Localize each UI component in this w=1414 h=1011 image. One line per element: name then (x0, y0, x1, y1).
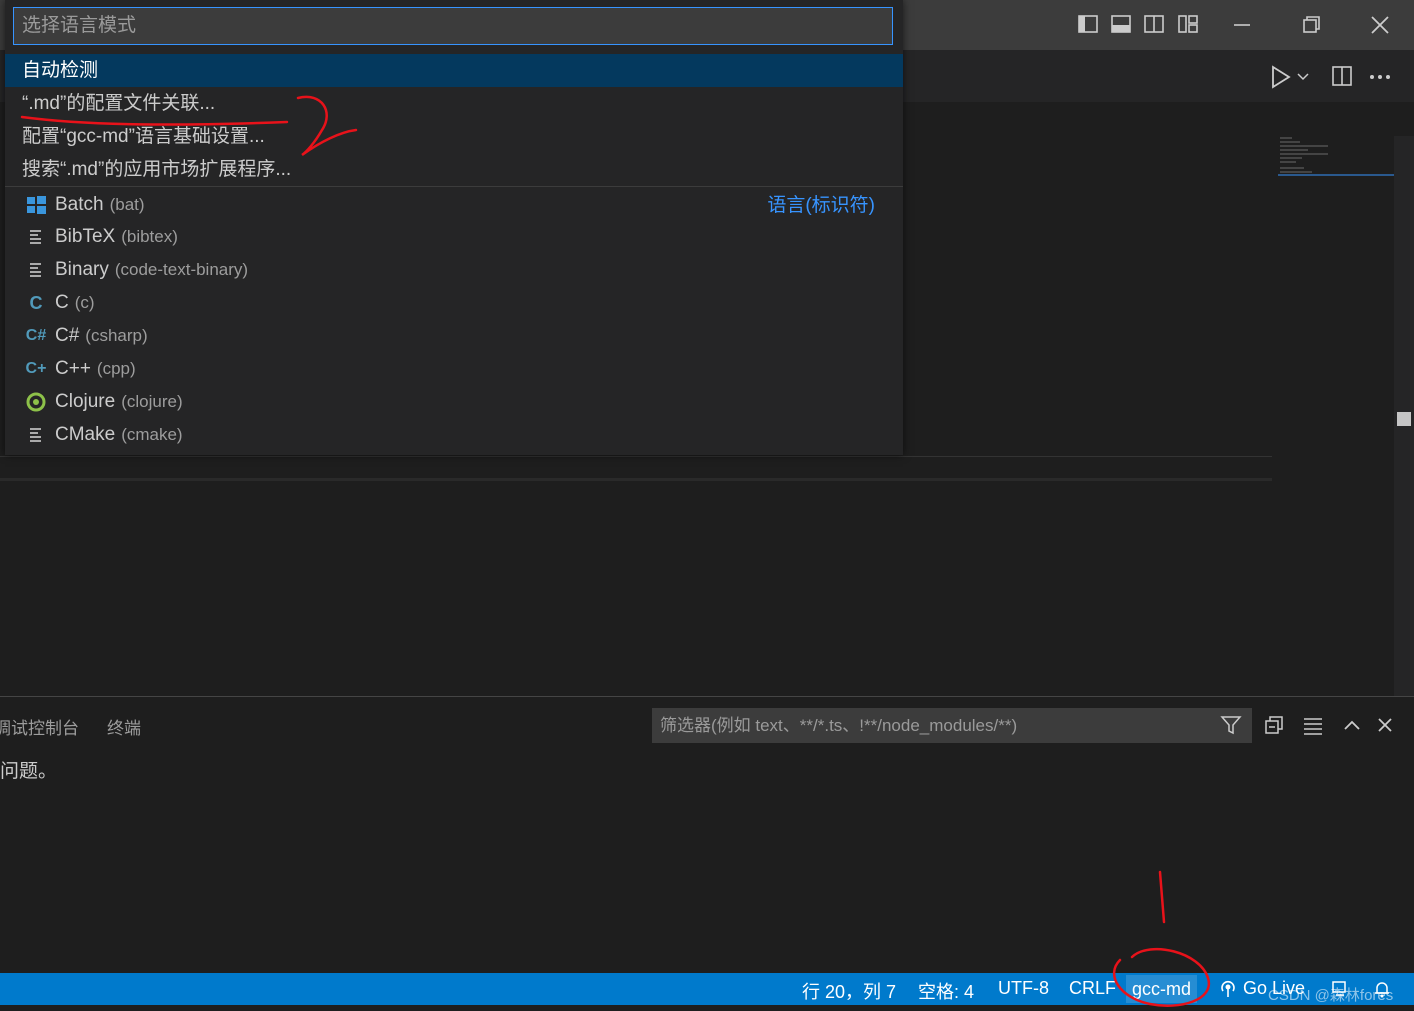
restore-icon[interactable] (1291, 10, 1331, 40)
minimap[interactable] (1278, 136, 1394, 176)
status-bar: 行 20，列 7 空格: 4 UTF-8 CRLF gcc-md Go Live (0, 973, 1414, 1005)
watermark: CSDN @森林fores (1268, 987, 1394, 1004)
language-id: (csharp) (85, 326, 148, 345)
language-name: CMake (cmake) (55, 424, 183, 445)
language-id: (clojure) (121, 392, 183, 411)
list-item[interactable]: C# C# (csharp) (5, 319, 903, 352)
broadcast-icon (1221, 980, 1235, 997)
split-editor-icon[interactable] (1330, 64, 1354, 88)
tab-debug-console[interactable]: 调试控制台 (0, 714, 79, 739)
clojure-icon (26, 392, 46, 412)
action-label: “.md”的配置文件关联... (22, 93, 216, 114)
indentation[interactable]: 空格: 4 (918, 978, 974, 1004)
divider (0, 478, 1272, 481)
lines-icon (30, 428, 41, 442)
language-id: (code-text-binary) (114, 260, 249, 279)
c-icon: C (29, 293, 43, 313)
panel-message: 问题。 (0, 761, 58, 782)
problems-filter-input[interactable]: 筛选器(例如 text、**/*.ts、!**/node_modules/**) (652, 708, 1252, 743)
action-label: 自动检测 (22, 60, 99, 81)
scrollbar-thumb[interactable] (1397, 412, 1411, 426)
filter-icon[interactable] (1220, 714, 1242, 736)
language-name: C++ (cpp) (55, 358, 136, 379)
language-mode[interactable]: gcc-md (1126, 975, 1198, 1003)
action-label: 搜索“.md”的应用市场扩展程序... (22, 159, 292, 180)
end-of-line[interactable]: CRLF (1069, 978, 1116, 999)
language-id: (bibtex) (121, 227, 178, 246)
list-item[interactable]: Binary (code-text-binary) (5, 253, 903, 286)
list-item[interactable]: Clojure (clojure) (5, 385, 903, 418)
csharp-icon: C# (25, 327, 47, 344)
language-name: C (c) (55, 292, 95, 313)
cpp-icon: C+ (25, 360, 47, 377)
language-id: (cmake) (121, 425, 183, 444)
lines-icon (30, 263, 41, 277)
list-item[interactable]: BibTeX (bibtex) (5, 220, 903, 253)
list-item[interactable]: C+ C++ (cpp) (5, 352, 903, 385)
action-file-association[interactable]: “.md”的配置文件关联... (5, 87, 903, 120)
language-name: C# (csharp) (55, 325, 148, 346)
toggle-primary-sidebar-icon[interactable] (1076, 12, 1100, 36)
close-panel-icon[interactable] (1374, 714, 1396, 736)
maximize-panel-icon[interactable] (1341, 714, 1363, 736)
language-id: (c) (74, 293, 95, 312)
close-icon[interactable] (1360, 10, 1400, 40)
window-bottom-edge (0, 1005, 1414, 1011)
language-name: Binary (code-text-binary) (55, 259, 249, 280)
language-search-input[interactable] (13, 7, 893, 45)
language-name: Batch (bat) (55, 194, 145, 215)
action-configure-language-settings[interactable]: 配置“gcc-md”语言基础设置... (5, 120, 903, 153)
view-as-list-icon[interactable] (1302, 714, 1324, 736)
action-auto-detect[interactable]: 自动检测 (5, 54, 903, 87)
action-label: 配置“gcc-md”语言基础设置... (22, 126, 265, 147)
list-item[interactable]: C C (c) (5, 286, 903, 319)
run-icon[interactable] (1268, 64, 1312, 90)
lines-icon (30, 230, 41, 244)
customize-layout-icon[interactable] (1176, 12, 1200, 36)
toggle-secondary-sidebar-icon[interactable] (1142, 12, 1166, 36)
encoding[interactable]: UTF-8 (998, 978, 1049, 999)
language-id: (bat) (109, 195, 145, 214)
language-name: Clojure (clojure) (55, 391, 183, 412)
language-name: BibTeX (bibtex) (55, 226, 178, 247)
minimize-icon[interactable] (1222, 10, 1262, 40)
divider (0, 456, 1272, 457)
windows-icon (27, 196, 46, 214)
separator (5, 186, 903, 187)
cursor-position[interactable]: 行 20，列 7 (802, 978, 896, 1004)
list-item[interactable]: Batch (bat) (5, 188, 903, 221)
more-actions-icon[interactable] (1368, 64, 1392, 88)
toggle-panel-icon[interactable] (1109, 12, 1133, 36)
list-item[interactable]: CMake (cmake) (5, 418, 903, 451)
language-mode-quick-pick: 自动检测 “.md”的配置文件关联... 配置“gcc-md”语言基础设置...… (5, 0, 903, 455)
action-search-marketplace[interactable]: 搜索“.md”的应用市场扩展程序... (5, 153, 903, 186)
language-id: (cpp) (96, 359, 136, 378)
collapse-all-icon[interactable] (1263, 714, 1285, 736)
tab-terminal[interactable]: 终端 (107, 714, 141, 739)
